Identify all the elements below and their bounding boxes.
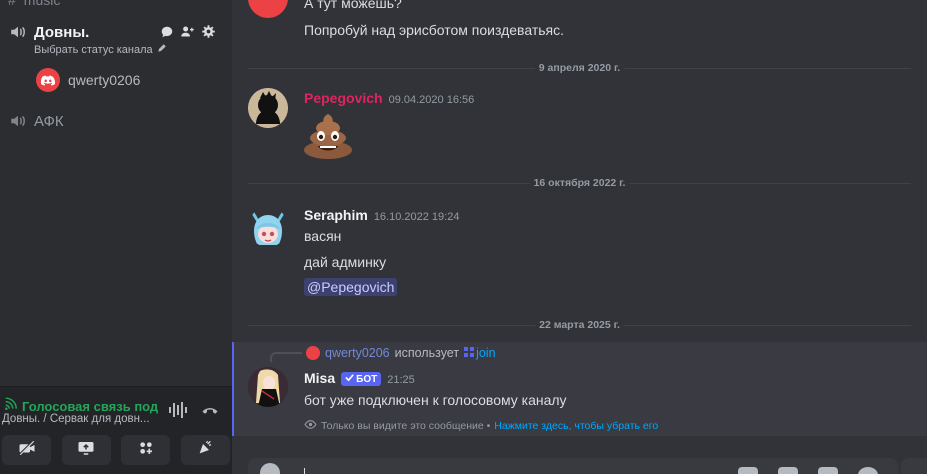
chat-bubble-icon[interactable]	[159, 24, 174, 39]
date-divider: 9 апреля 2020 г.	[248, 62, 911, 74]
eye-icon	[304, 418, 317, 434]
activities-icon	[137, 440, 155, 461]
soundboard-button[interactable]	[180, 435, 230, 465]
noise-suppression-icon[interactable]	[168, 401, 188, 424]
channel-name: Довны.	[34, 23, 90, 41]
message-text: дай админку	[304, 254, 387, 270]
message-text: бот уже подключен к голосовому каналу	[304, 392, 567, 408]
camera-off-button[interactable]	[2, 435, 51, 465]
verified-check-icon	[345, 373, 354, 385]
screen-share-button[interactable]	[61, 435, 111, 465]
chat-area: А тут можешь? Попробуй над эрисботом пои…	[232, 0, 927, 474]
emoji-icon[interactable]	[858, 467, 878, 474]
message-header: Misa БОТ 21:25	[304, 370, 415, 387]
soundboard-icon	[196, 440, 214, 461]
author-name[interactable]: Seraphim	[304, 207, 368, 223]
command-reply-header: qwerty0206 использует join	[306, 346, 496, 360]
voice-connection-panel: Голосовая связь под Довны. / Сервак для …	[0, 386, 232, 474]
avatar-pepegovich[interactable]	[248, 88, 288, 128]
gift-icon[interactable]	[738, 467, 758, 474]
bot-tag: БОТ	[341, 372, 382, 386]
attach-plus-icon[interactable]	[260, 463, 280, 474]
channel-music[interactable]: # music	[8, 0, 60, 8]
author-name[interactable]: Pepegovich	[304, 90, 383, 106]
invite-user-icon[interactable]	[180, 24, 195, 39]
voice-channel-path[interactable]: Довны. / Сервак для довн...	[2, 413, 162, 425]
channel-status-setter[interactable]: Выбрать статус канала	[34, 43, 167, 56]
poop-emoji	[302, 110, 354, 165]
hash-icon: #	[8, 0, 16, 8]
reply-uses-text: использует	[394, 346, 460, 360]
gear-icon[interactable]	[201, 24, 216, 39]
discord-window: # music Довны. Выбрать статус канала qwe…	[0, 0, 927, 474]
text-cursor	[304, 468, 305, 474]
slash-command[interactable]: join	[464, 346, 496, 360]
reply-connector	[270, 352, 302, 362]
timestamp: 09.04.2020 16:56	[388, 94, 475, 106]
ephemeral-text: Только вы видите это сообщение •	[321, 420, 491, 432]
voice-channel-afk[interactable]: АФК	[8, 111, 64, 131]
date-divider-label: 16 октября 2022 г.	[529, 177, 630, 189]
voice-panel-controls	[168, 401, 220, 424]
speaker-icon	[8, 22, 28, 42]
command-icon	[464, 346, 475, 360]
channel-tools	[159, 24, 216, 39]
message-text: Попробуй над эрисботом поиздеватьяс.	[304, 22, 564, 38]
date-divider: 22 марта 2025 г.	[248, 319, 911, 331]
voice-channel-downy[interactable]: Довны.	[8, 22, 89, 42]
voice-user-qwerty0206[interactable]: qwerty0206	[36, 68, 140, 92]
message-header: Pepegovich 09.04.2020 16:56	[304, 90, 474, 106]
voice-user-name: qwerty0206	[68, 72, 141, 88]
avatar	[36, 68, 60, 92]
avatar	[306, 346, 320, 360]
avatar[interactable]	[248, 0, 288, 18]
bot-tag-label: БОТ	[356, 373, 378, 385]
channel-name: music	[23, 0, 61, 8]
timestamp: 16.10.2022 19:24	[373, 211, 460, 223]
author-name[interactable]: Misa	[304, 370, 335, 386]
voice-status-text: Голосовая связь под	[22, 399, 159, 414]
apps-button[interactable]	[901, 458, 927, 474]
slash-command-name: join	[476, 346, 496, 360]
message-text: васян	[304, 228, 342, 244]
channel-name: АФК	[34, 112, 64, 130]
ephemeral-notice: Только вы видите это сообщение • Нажмите…	[304, 418, 658, 434]
reply-username[interactable]: qwerty0206	[325, 346, 390, 360]
sticker-icon[interactable]	[818, 467, 838, 474]
speaker-icon	[8, 111, 28, 131]
message-composer[interactable]	[248, 458, 898, 474]
channel-sidebar: # music Довны. Выбрать статус канала qwe…	[0, 0, 232, 474]
activities-button[interactable]	[121, 435, 171, 465]
message-text: А тут можешь?	[304, 0, 402, 11]
date-divider-label: 22 марта 2025 г.	[535, 319, 624, 331]
disconnect-icon[interactable]	[200, 401, 220, 424]
message-header: Seraphim 16.10.2022 19:24	[304, 207, 459, 223]
voice-action-buttons	[0, 435, 232, 465]
avatar-misa[interactable]	[248, 367, 288, 407]
timestamp: 21:25	[387, 374, 415, 386]
gif-icon[interactable]	[778, 467, 798, 474]
camera-off-icon	[18, 439, 36, 461]
date-divider-label: 9 апреля 2020 г.	[534, 62, 625, 74]
screen-share-icon	[77, 440, 95, 461]
user-mention[interactable]: @Pepegovich	[304, 278, 398, 296]
pencil-icon	[157, 43, 167, 56]
dismiss-message-link[interactable]: Нажмите здесь, чтобы убрать его	[494, 420, 658, 432]
avatar-seraphim[interactable]	[248, 207, 288, 247]
date-divider: 16 октября 2022 г.	[248, 177, 911, 189]
channel-status-text: Выбрать статус канала	[34, 43, 153, 56]
